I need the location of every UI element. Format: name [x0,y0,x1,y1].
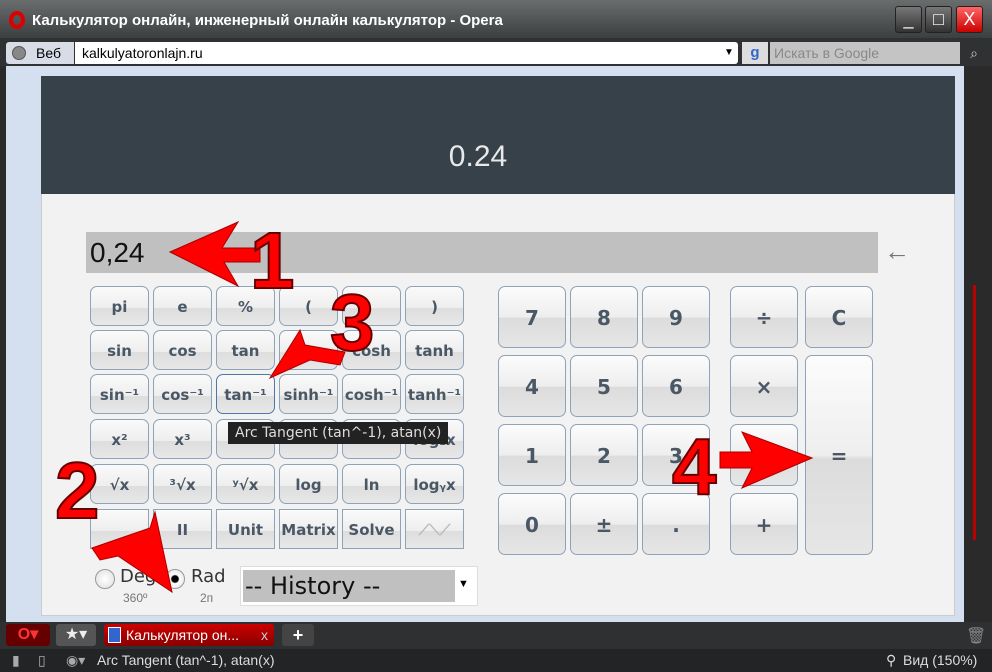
annotation-number-4: 4 [672,422,717,511]
turbo-icon[interactable]: ◉▾ [66,649,85,671]
zoom-level[interactable]: Вид (150%) [903,649,977,671]
annotation-number-3: 3 [330,278,375,367]
zoom-icon[interactable]: ⚲ [886,649,896,671]
tab-calculator[interactable]: Калькулятор он... x [104,624,274,646]
trash-icon[interactable]: 🗑 [966,626,986,646]
calculator-favicon-icon [108,627,121,643]
status-text: Arc Tangent (tan^-1), atan(x) [97,652,275,668]
status-bar: ▮ ▯ ◉▾ Arc Tangent (tan^-1), atan(x) ⚲ В… [0,649,992,672]
tab-close-icon[interactable]: x [261,624,268,646]
new-tab-button[interactable]: + [282,624,314,646]
annotation-layer: 1 2 3 4 [54,215,814,594]
arrow-4 [719,431,814,489]
annotation-number-1: 1 [250,216,295,305]
tab-title: Калькулятор он... [126,627,240,643]
arrow-2 [91,510,173,594]
annotation-number-2: 2 [55,446,100,535]
scrollbar-thumb[interactable] [973,285,976,540]
star-icon[interactable]: ★▾ [56,624,96,646]
download-icon[interactable]: ▯ [38,649,46,671]
arrow-1 [168,220,261,288]
panel-toggle-icon[interactable]: ▮ [12,649,20,671]
opera-menu-icon[interactable]: O▾ [6,624,50,646]
